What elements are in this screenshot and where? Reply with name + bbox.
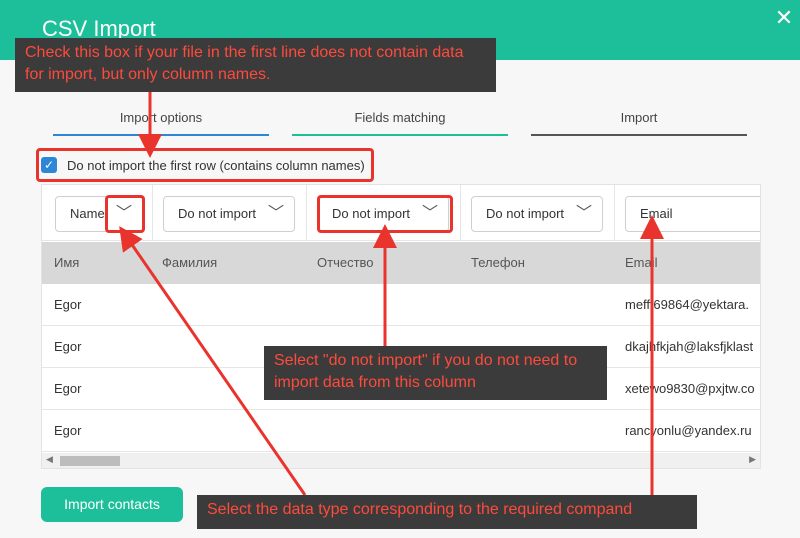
select-value: Do not import [486, 206, 565, 221]
tab-label: Import [620, 110, 658, 125]
column-type-select-1[interactable]: Name ﹀ [55, 196, 143, 232]
horizontal-scrollbar[interactable]: ◀ ▶ [42, 453, 760, 468]
tab-underline [531, 134, 747, 136]
table-cell: Egor [54, 297, 82, 312]
callout-checkbox-hint: Check this box if your file in the first… [15, 38, 496, 92]
table-row: Egor rancyonlu@yandex.ru [42, 410, 760, 452]
column-type-select-3[interactable]: Do not import ﹀ [317, 196, 449, 232]
table-cell: dkajhfkjah@laksfjklast [625, 339, 754, 354]
column-type-select-4[interactable]: Do not import ﹀ [471, 196, 603, 232]
table-cell: Egor [54, 339, 82, 354]
mapping-select-row: Name ﹀ Do not import ﹀ Do not import ﹀ D… [42, 185, 760, 241]
tab-label: Fields matching [354, 110, 446, 125]
column-type-select-2[interactable]: Do not import ﹀ [163, 196, 295, 232]
table-cell: Egor [54, 381, 82, 396]
column-header: Email [625, 255, 658, 270]
column-type-select-5[interactable]: Email [625, 196, 760, 232]
table-row: Egor mefff69864@yektara. [42, 284, 760, 326]
select-value: Do not import [332, 206, 411, 221]
column-header: Фамилия [162, 255, 218, 270]
callout-data-type-hint: Select the data type corresponding to th… [197, 495, 697, 529]
table-cell: Egor [54, 423, 82, 438]
tab-underline [53, 134, 269, 136]
skip-first-row-option[interactable]: ✓ Do not import the first row (contains … [41, 155, 365, 175]
chevron-down-icon: ﹀ [421, 205, 438, 222]
column-divider [306, 185, 307, 241]
import-contacts-button[interactable]: Import contacts [41, 487, 183, 522]
chevron-down-icon: ﹀ [115, 205, 132, 222]
preview-table: Name ﹀ Do not import ﹀ Do not import ﹀ D… [41, 184, 761, 469]
tab-fields-matching[interactable]: Fields matching [292, 110, 508, 136]
skip-first-row-checkbox[interactable]: ✓ [41, 157, 57, 173]
close-icon[interactable]: ✕ [774, 7, 794, 29]
column-divider [152, 185, 153, 241]
column-header: Телефон [471, 255, 525, 270]
select-value: Do not import [178, 206, 257, 221]
table-cell: rancyonlu@yandex.ru [625, 423, 752, 438]
scroll-right-icon[interactable]: ▶ [749, 454, 756, 465]
chevron-down-icon: ﹀ [267, 205, 284, 222]
column-header: Отчество [317, 255, 374, 270]
table-cell: mefff69864@yektara. [625, 297, 750, 312]
column-divider [460, 185, 461, 241]
skip-first-row-label: Do not import the first row (contains co… [67, 157, 365, 173]
table-cell: xetewo9830@pxjtw.co [625, 381, 755, 396]
tab-label: Import options [119, 110, 203, 125]
column-divider [614, 185, 615, 241]
callout-do-not-import-hint: Select "do not import" if you do not nee… [264, 346, 607, 400]
select-value: Name [70, 206, 105, 221]
tab-underline [292, 134, 508, 136]
chevron-down-icon: ﹀ [575, 205, 592, 222]
tab-import-options[interactable]: Import options [53, 110, 269, 136]
select-value: Email [640, 206, 673, 221]
tab-import[interactable]: Import [531, 110, 747, 136]
table-header-row: Имя Фамилия Отчество Телефон Email [42, 242, 760, 284]
scrollbar-thumb[interactable] [60, 456, 120, 466]
column-header: Имя [54, 255, 80, 270]
scroll-left-icon[interactable]: ◀ [46, 454, 53, 465]
